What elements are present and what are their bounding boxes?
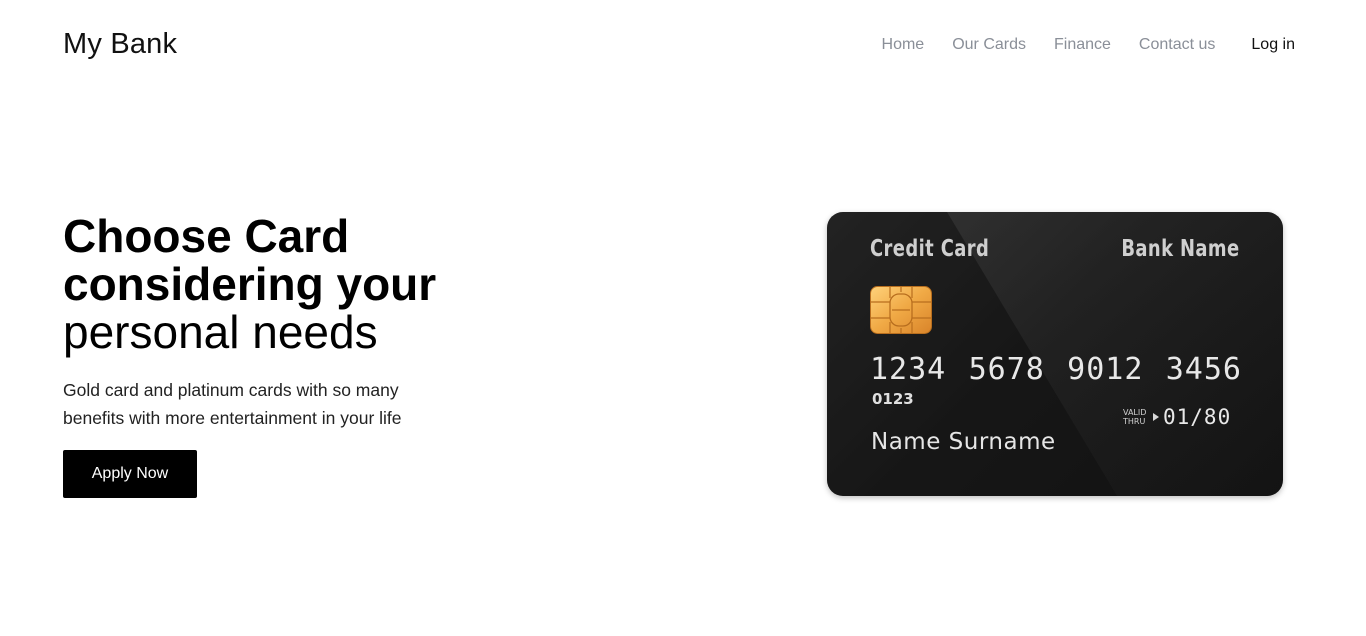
hero-title-line-3: personal needs: [63, 306, 378, 358]
valid-thru-arrow-icon: [1153, 413, 1159, 421]
hero-title-line-2: considering your: [63, 258, 437, 310]
nav-home[interactable]: Home: [882, 36, 925, 54]
card-number: 1234 5678 9012 3456: [870, 352, 1242, 387]
card-number-group-1: 1234: [870, 352, 947, 387]
apply-now-button[interactable]: Apply Now: [63, 450, 197, 498]
hero-title: Choose Card considering your personal ne…: [63, 212, 583, 356]
card-number-group-2: 5678: [968, 352, 1045, 387]
main-nav: Home Our Cards Finance Contact us Log in: [882, 36, 1295, 54]
nav-contact-us[interactable]: Contact us: [1139, 36, 1215, 54]
card-chip-icon: [870, 286, 932, 334]
hero-title-line-1: Choose Card: [63, 210, 350, 262]
nav-finance[interactable]: Finance: [1054, 36, 1111, 54]
hero-subtitle: Gold card and platinum cards with so man…: [63, 380, 402, 428]
nav-our-cards[interactable]: Our Cards: [952, 36, 1026, 54]
login-link[interactable]: Log in: [1251, 36, 1295, 54]
landing-page: My Bank Home Our Cards Finance Contact u…: [0, 0, 1366, 636]
card-number-group-4: 3456: [1165, 352, 1242, 387]
credit-card-image: Credit Card Bank Name 1234 5678 9012 345…: [827, 212, 1283, 496]
card-holder-name: Name Surname: [871, 429, 1056, 455]
card-number-group-3: 9012: [1067, 352, 1144, 387]
card-sub-number: 0123: [872, 390, 914, 408]
valid-thru-date: 01/80: [1163, 405, 1232, 429]
valid-thru: VALID THRU 01/80: [1123, 405, 1231, 429]
card-bank-name: Bank Name: [1121, 236, 1240, 262]
card-type-label: Credit Card: [870, 236, 990, 262]
brand-logo[interactable]: My Bank: [63, 28, 177, 61]
valid-thru-label: VALID THRU: [1123, 408, 1147, 426]
